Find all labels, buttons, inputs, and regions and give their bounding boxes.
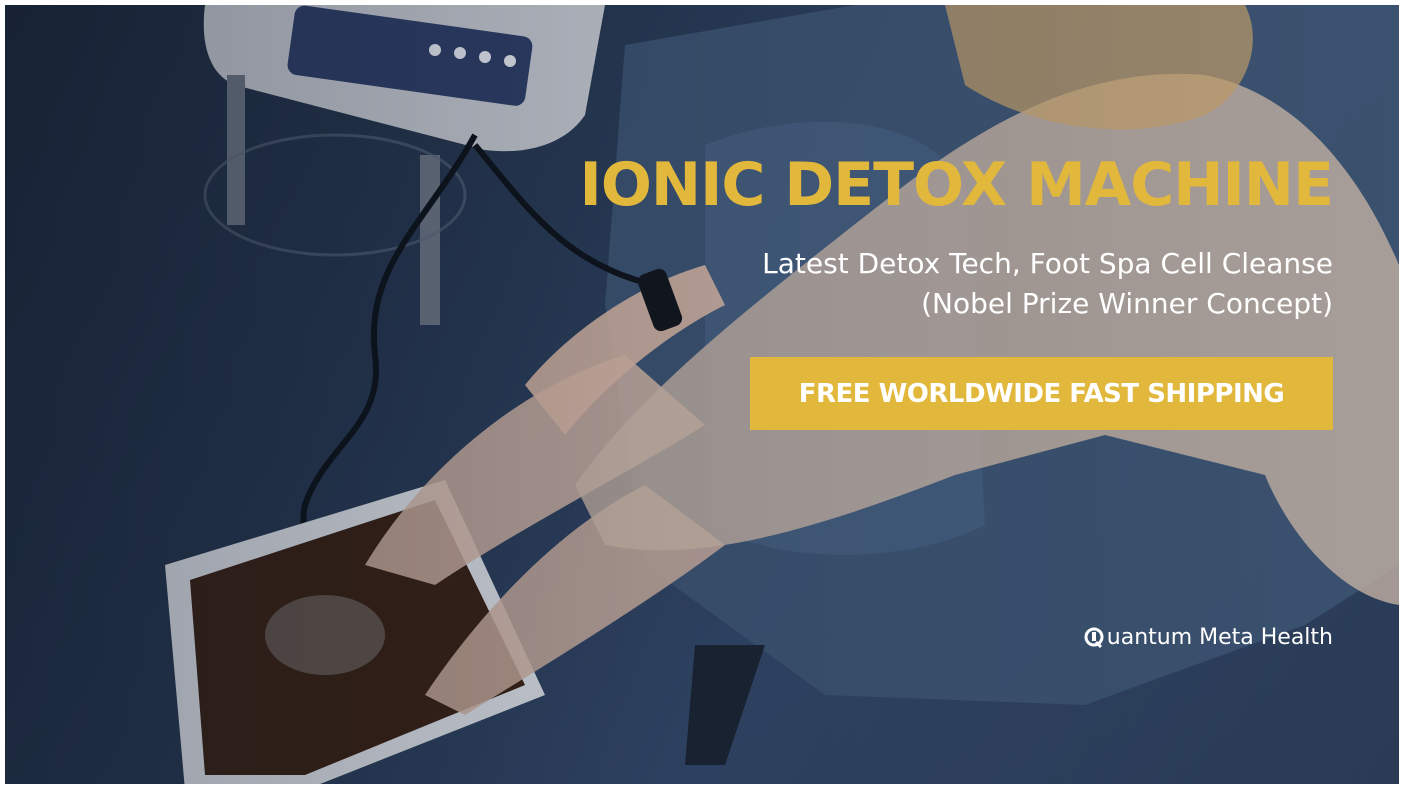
subheadline-note: (Nobel Prize Winner Concept) <box>921 287 1333 320</box>
hero-banner: IONIC DETOX MACHINE Latest Detox Tech, F… <box>5 5 1399 784</box>
brand-name: uantum Meta Health <box>1106 624 1333 650</box>
page-title: IONIC DETOX MACHINE <box>579 150 1334 220</box>
free-shipping-button[interactable]: FREE WORLDWIDE FAST SHIPPING <box>750 357 1333 430</box>
subheadline: Latest Detox Tech, Foot Spa Cell Cleanse <box>762 247 1333 280</box>
q-logo-icon <box>1083 626 1105 648</box>
brand-logo: uantum Meta Health <box>1083 623 1333 651</box>
